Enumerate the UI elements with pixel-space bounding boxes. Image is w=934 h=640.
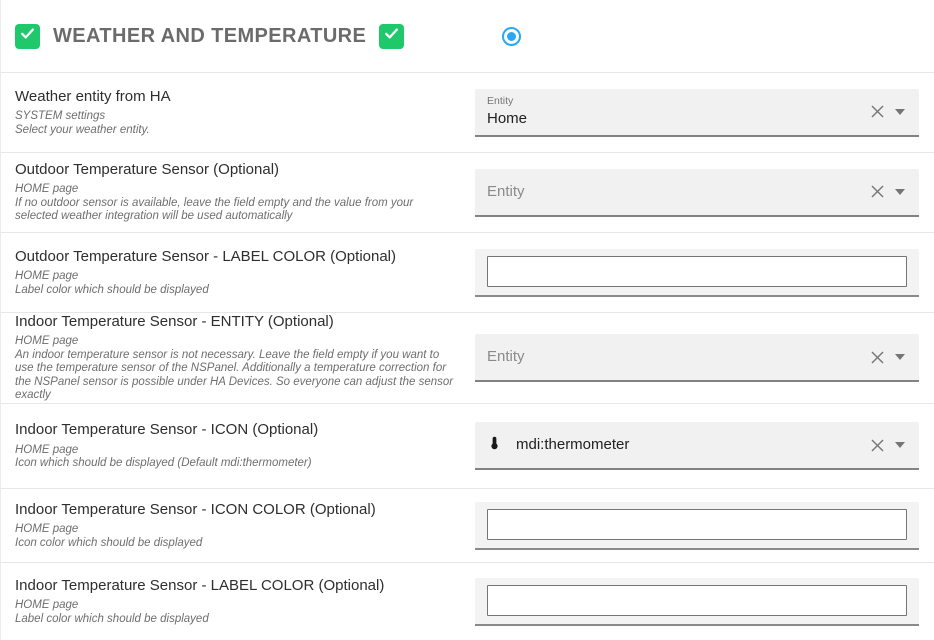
- thermometer-icon: [487, 434, 502, 457]
- dropdown-arrow-icon[interactable]: [895, 109, 905, 115]
- outdoor-entity-select[interactable]: Entity: [475, 169, 919, 217]
- indoor-icon-select[interactable]: mdi:thermometer: [475, 422, 919, 470]
- row-description: An indoor temperature sensor is not nece…: [15, 349, 457, 403]
- settings-row-weather-entity: Weather entity from HA SYSTEM settings S…: [1, 72, 934, 152]
- row-subtitle: SYSTEM settings: [15, 110, 457, 124]
- clear-icon[interactable]: [870, 104, 885, 119]
- settings-row-outdoor-sensor: Outdoor Temperature Sensor (Optional) HO…: [1, 152, 934, 232]
- dropdown-arrow-icon[interactable]: [895, 442, 905, 448]
- clear-icon[interactable]: [870, 350, 885, 365]
- dropdown-arrow-icon[interactable]: [895, 354, 905, 360]
- section-title: WEATHER AND TEMPERATURE: [53, 25, 366, 48]
- checkmark-icon: [383, 25, 400, 47]
- row-description: Label color which should be displayed: [15, 284, 457, 298]
- radio-dot: [507, 32, 516, 41]
- row-title: Indoor Temperature Sensor - ENTITY (Opti…: [15, 313, 457, 330]
- row-title: Indoor Temperature Sensor - ICON (Option…: [15, 421, 457, 438]
- settings-row-indoor-label-color: Indoor Temperature Sensor - LABEL COLOR …: [1, 562, 934, 640]
- indoor-label-color-input[interactable]: [487, 585, 907, 616]
- indoor-icon-color-input[interactable]: [487, 509, 907, 540]
- row-description: Label color which should be displayed: [15, 613, 457, 627]
- settings-page: WEATHER AND TEMPERATURE Weather entity f…: [0, 0, 934, 640]
- select-placeholder: Entity: [487, 183, 870, 200]
- row-subtitle: HOME page: [15, 444, 457, 458]
- select-placeholder: Entity: [487, 348, 870, 365]
- row-subtitle: HOME page: [15, 270, 457, 284]
- outdoor-label-color-input[interactable]: [487, 256, 907, 287]
- radio-selected-icon[interactable]: [502, 27, 521, 46]
- row-subtitle: HOME page: [15, 335, 457, 349]
- checkmark-icon: [19, 25, 36, 47]
- row-title: Weather entity from HA: [15, 88, 457, 105]
- weather-entity-select[interactable]: Entity Home: [475, 89, 919, 137]
- row-title: Outdoor Temperature Sensor - LABEL COLOR…: [15, 248, 457, 265]
- settings-row-indoor-icon-color: Indoor Temperature Sensor - ICON COLOR (…: [1, 488, 934, 562]
- clear-icon[interactable]: [870, 184, 885, 199]
- row-subtitle: HOME page: [15, 599, 457, 613]
- indoor-label-color-field: [475, 578, 919, 626]
- row-description: If no outdoor sensor is available, leave…: [15, 197, 457, 224]
- dropdown-arrow-icon[interactable]: [895, 189, 905, 195]
- select-label: Entity: [487, 96, 870, 108]
- select-value: Home: [487, 110, 870, 127]
- row-title: Outdoor Temperature Sensor (Optional): [15, 161, 457, 178]
- clear-icon[interactable]: [870, 438, 885, 453]
- settings-row-indoor-icon: Indoor Temperature Sensor - ICON (Option…: [1, 403, 934, 488]
- row-description: Icon which should be displayed (Default …: [15, 457, 457, 471]
- section-checkbox-trailing[interactable]: [379, 24, 404, 49]
- section-checkbox-leading[interactable]: [15, 24, 40, 49]
- select-value: mdi:thermometer: [516, 436, 629, 453]
- section-header: WEATHER AND TEMPERATURE: [1, 0, 934, 72]
- settings-row-outdoor-label-color: Outdoor Temperature Sensor - LABEL COLOR…: [1, 232, 934, 312]
- row-description: Icon color which should be displayed: [15, 537, 457, 551]
- row-description: Select your weather entity.: [15, 124, 457, 138]
- row-title: Indoor Temperature Sensor - ICON COLOR (…: [15, 501, 457, 518]
- settings-row-indoor-entity: Indoor Temperature Sensor - ENTITY (Opti…: [1, 312, 934, 403]
- row-title: Indoor Temperature Sensor - LABEL COLOR …: [15, 577, 457, 594]
- outdoor-label-color-field: [475, 249, 919, 297]
- indoor-entity-select[interactable]: Entity: [475, 334, 919, 382]
- row-subtitle: HOME page: [15, 523, 457, 537]
- row-subtitle: HOME page: [15, 183, 457, 197]
- indoor-icon-color-field: [475, 502, 919, 550]
